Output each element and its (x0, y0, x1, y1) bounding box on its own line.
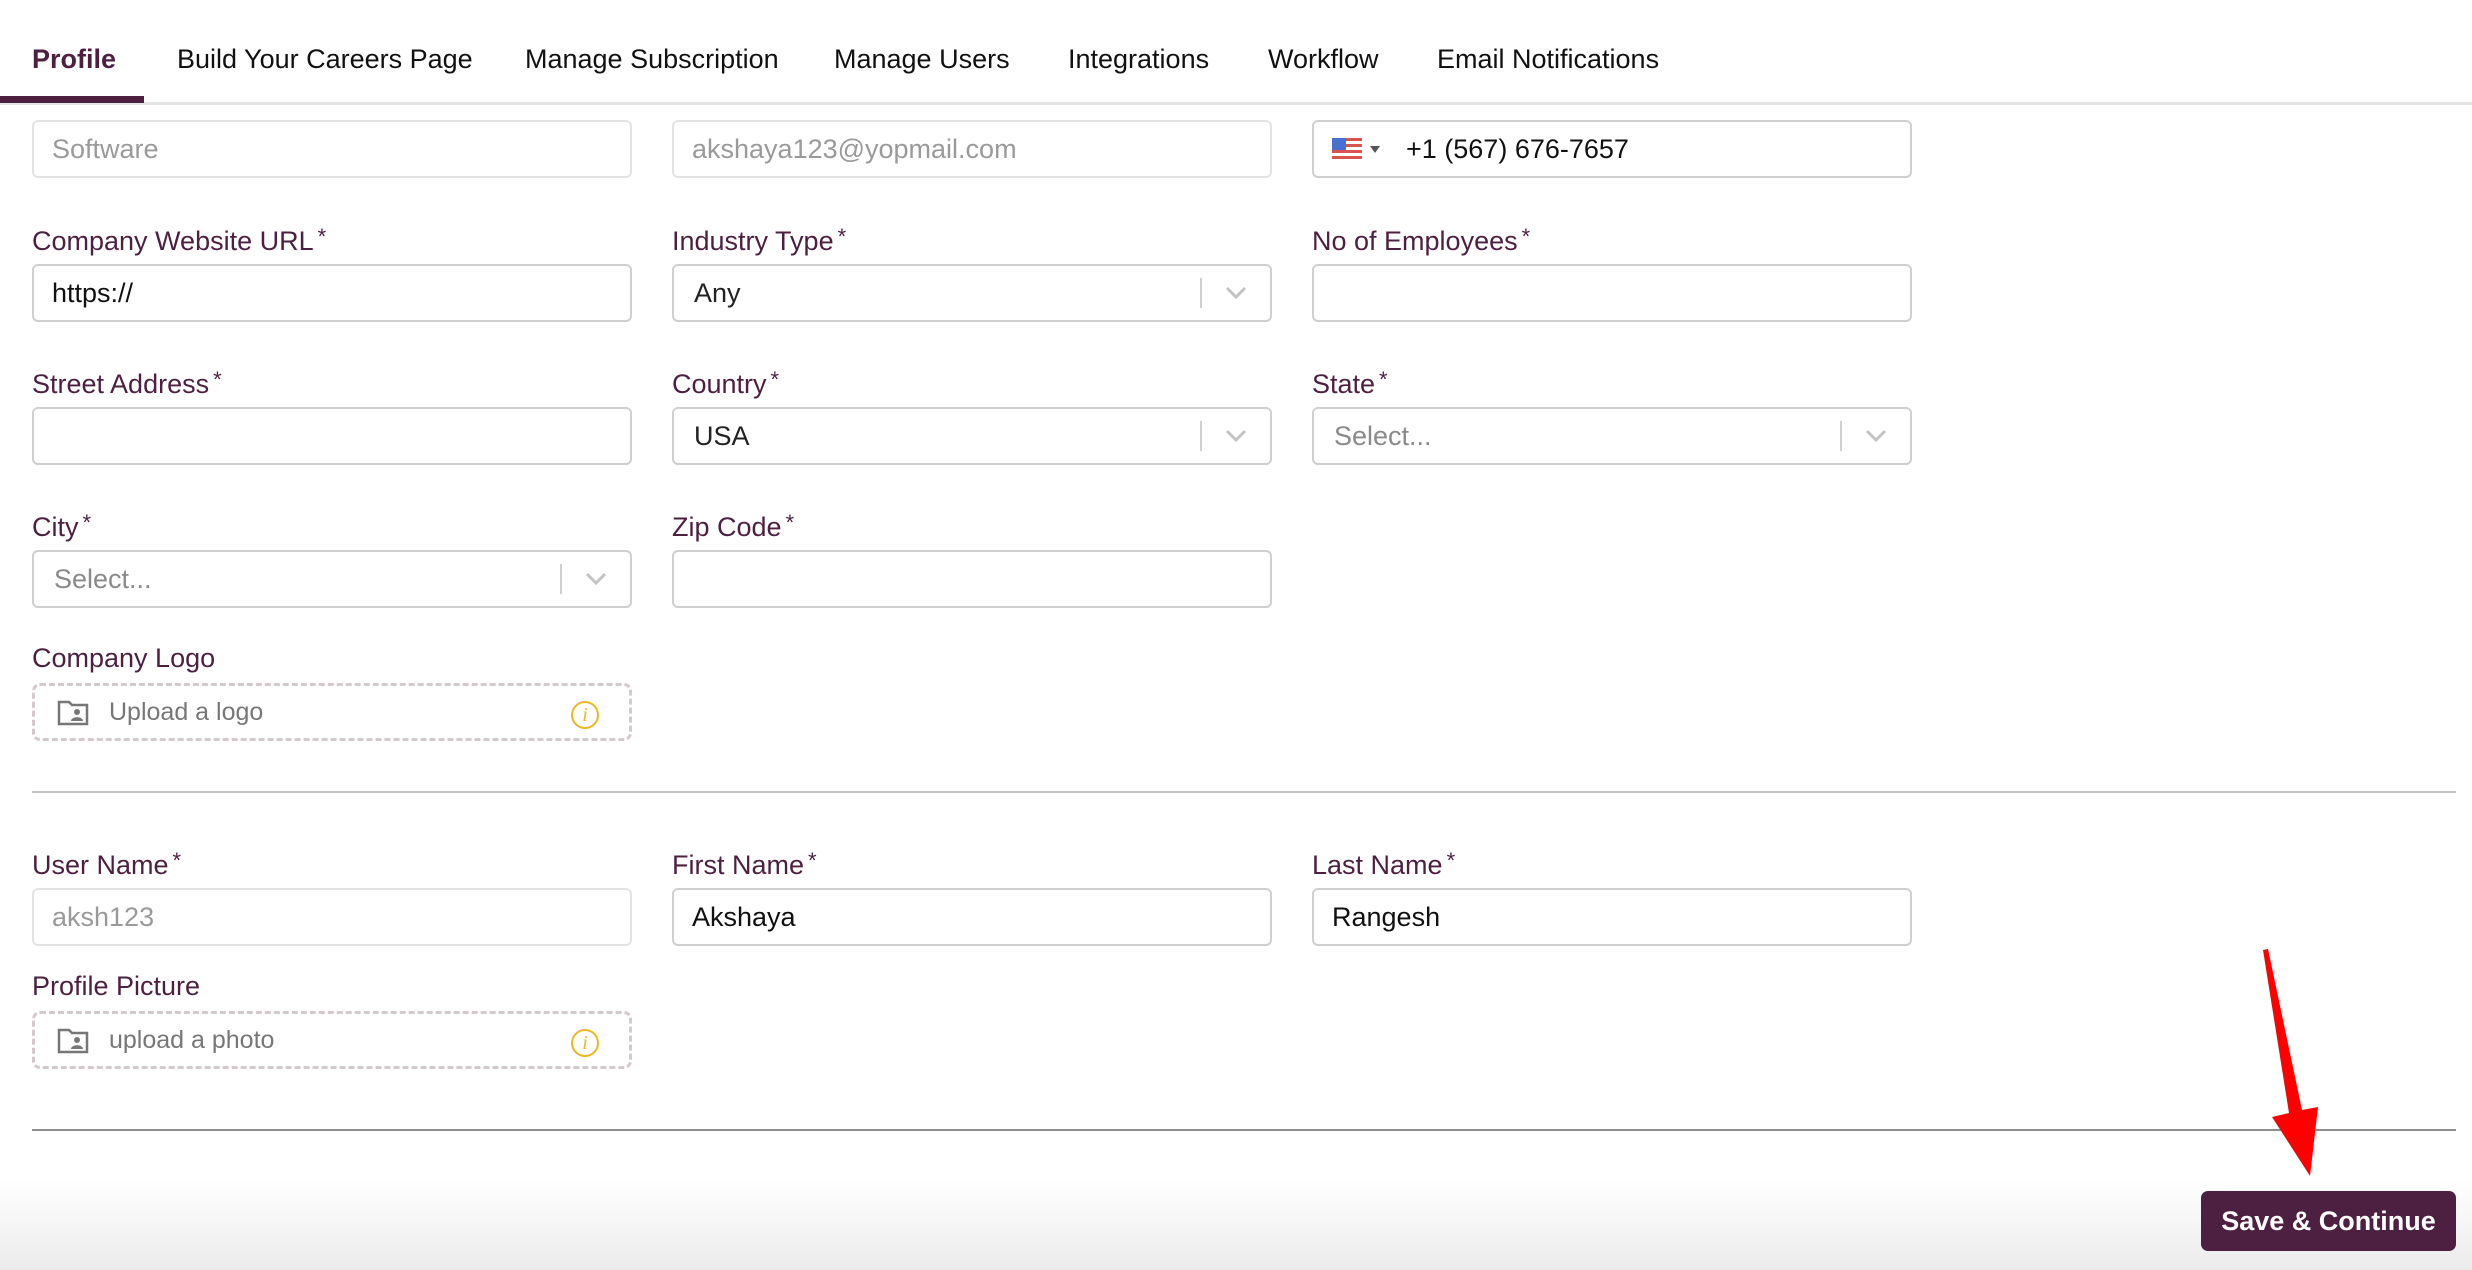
company-logo-upload[interactable]: Upload a logo i (32, 683, 632, 741)
tab-profile[interactable]: Profile (32, 44, 116, 75)
last-name-label-text: Last Name (1312, 850, 1443, 880)
email-value: akshaya123@yopmail.com (692, 133, 1017, 164)
country-label: Country * (672, 367, 779, 400)
tab-integrations[interactable]: Integrations (1068, 44, 1209, 75)
industry-type-select[interactable]: Any (672, 264, 1272, 322)
us-flag-icon[interactable] (1332, 138, 1362, 160)
folder-user-icon (57, 1028, 89, 1054)
first-name-label: First Name * (672, 848, 817, 881)
upload-photo-text: upload a photo (109, 1025, 275, 1054)
city-label-text: City (32, 512, 79, 542)
city-label: City * (32, 510, 91, 543)
company-logo-label: Company Logo (32, 643, 216, 673)
state-label: State * (1312, 367, 1388, 400)
country-code-caret-icon[interactable] (1370, 145, 1380, 153)
required-marker: * (1446, 848, 1456, 873)
country-value: USA (694, 420, 750, 451)
annotation-arrow-icon (2263, 949, 2318, 1176)
save-and-continue-button[interactable]: Save & Continue (2201, 1191, 2456, 1251)
website-url-label: Company Website URL * (32, 224, 326, 257)
last-name-value: Rangesh (1332, 901, 1441, 932)
profile-picture-upload[interactable]: upload a photo i (32, 1011, 632, 1069)
street-address-label: Street Address * (32, 367, 222, 400)
industry-type-label: Industry Type * (672, 224, 846, 257)
user-name-label-text: User Name (32, 850, 169, 880)
first-name-input[interactable]: Akshaya (672, 888, 1272, 946)
info-icon[interactable]: i (571, 701, 599, 729)
first-name-label-text: First Name (672, 850, 805, 880)
required-marker: * (770, 367, 780, 392)
chevron-down-icon[interactable] (1202, 408, 1270, 464)
state-placeholder: Select... (1334, 420, 1432, 451)
user-name-label: User Name * (32, 848, 181, 881)
required-marker: * (808, 848, 817, 873)
first-name-value: Akshaya (692, 901, 796, 932)
city-placeholder: Select... (54, 563, 152, 594)
street-address-label-text: Street Address (32, 369, 210, 399)
zip-code-label: Zip Code * (672, 510, 794, 543)
tab-manage-users[interactable]: Manage Users (834, 44, 1010, 75)
tab-workflow[interactable]: Workflow (1268, 44, 1379, 75)
industry-type-value: Any (694, 277, 741, 308)
required-marker: * (837, 224, 847, 249)
state-select[interactable]: Select... (1312, 407, 1912, 465)
active-tab-indicator (0, 96, 144, 103)
required-marker: * (785, 510, 795, 535)
employees-label-text: No of Employees (1312, 226, 1518, 256)
chevron-down-icon[interactable] (562, 551, 630, 607)
chevron-down-icon[interactable] (1842, 408, 1910, 464)
last-name-input[interactable]: Rangesh (1312, 888, 1912, 946)
employees-label: No of Employees * (1312, 224, 1530, 257)
chevron-down-icon[interactable] (1202, 265, 1270, 321)
industry-type-label-text: Industry Type (672, 226, 834, 256)
company-name-value: Software (52, 133, 159, 164)
section-divider (32, 1129, 2456, 1131)
user-name-value: aksh123 (52, 901, 155, 932)
email-field[interactable]: akshaya123@yopmail.com (672, 120, 1272, 178)
profile-picture-label: Profile Picture (32, 971, 201, 1001)
required-marker: * (213, 367, 222, 392)
zip-code-label-text: Zip Code (672, 512, 782, 542)
folder-user-icon (57, 700, 89, 726)
required-marker: * (317, 224, 327, 249)
info-icon[interactable]: i (571, 1029, 599, 1057)
website-url-value: https:// (52, 277, 134, 308)
website-url-label-text: Company Website URL (32, 226, 314, 256)
country-select[interactable]: USA (672, 407, 1272, 465)
required-marker: * (1379, 367, 1388, 392)
state-label-text: State (1312, 369, 1376, 399)
required-marker: * (172, 848, 182, 873)
user-name-input[interactable]: aksh123 (32, 888, 632, 946)
phone-field[interactable]: +1 (567) 676-7657 (1312, 120, 1912, 178)
tab-email-notifications[interactable]: Email Notifications (1437, 44, 1659, 75)
required-marker: * (82, 510, 92, 535)
zip-code-input[interactable] (672, 550, 1272, 608)
street-address-input[interactable] (32, 407, 632, 465)
tab-build-careers-page[interactable]: Build Your Careers Page (177, 44, 473, 75)
website-url-input[interactable]: https:// (32, 264, 632, 322)
country-label-text: Country (672, 369, 767, 399)
section-divider (32, 791, 2456, 793)
tab-manage-subscription[interactable]: Manage Subscription (525, 44, 779, 75)
employees-input[interactable] (1312, 264, 1912, 322)
tab-bar: Profile Build Your Careers Page Manage S… (0, 0, 2472, 105)
company-name-field[interactable]: Software (32, 120, 632, 178)
phone-value: +1 (567) 676-7657 (1406, 133, 1629, 164)
upload-logo-text: Upload a logo (109, 697, 264, 726)
city-select[interactable]: Select... (32, 550, 632, 608)
footer-shadow (0, 1180, 2472, 1270)
required-marker: * (1521, 224, 1531, 249)
last-name-label: Last Name * (1312, 848, 1455, 881)
